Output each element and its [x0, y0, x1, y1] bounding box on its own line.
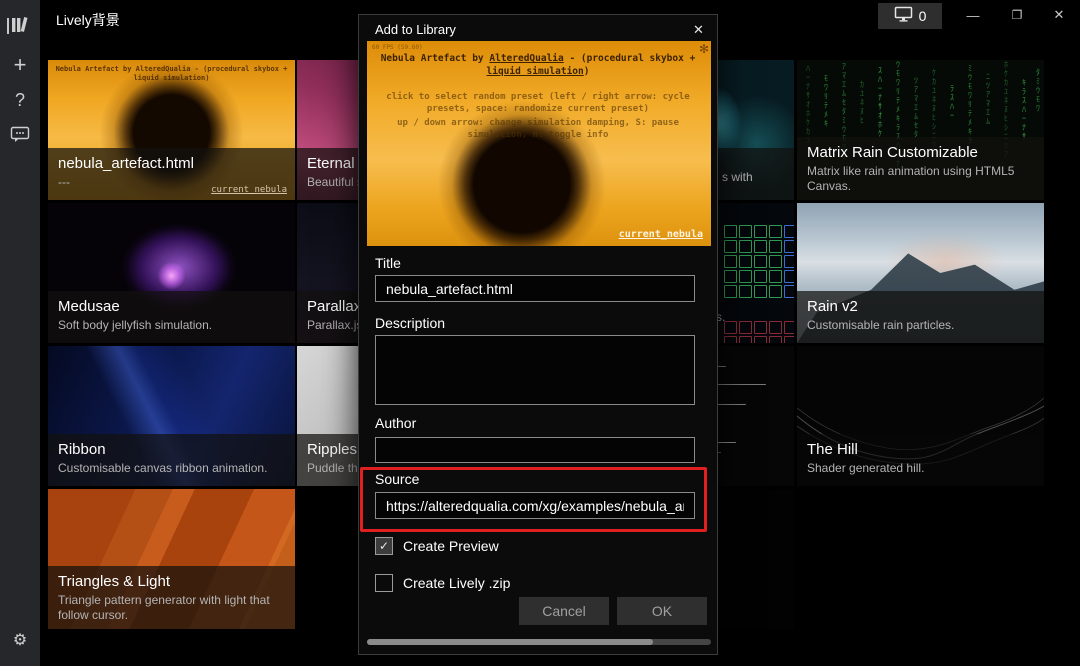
- tile-corner-label: current_nebula: [211, 185, 287, 195]
- add-wallpaper-icon[interactable]: +: [0, 52, 40, 78]
- tile-desc: Customisable rain particles.: [807, 318, 1034, 333]
- snowflake-icon: ✻: [699, 42, 709, 56]
- create-zip-checkbox[interactable]: [375, 574, 393, 592]
- dialog-horizontal-scrollbar[interactable]: [367, 639, 711, 645]
- tile-desc: Soft body jellyfish simulation.: [58, 318, 285, 333]
- source-field-label: Source: [375, 471, 419, 487]
- scrollbar-thumb[interactable]: [367, 639, 653, 645]
- create-preview-label: Create Preview: [403, 538, 499, 554]
- description-field-label: Description: [375, 315, 445, 331]
- tile-desc: Customisable canvas ribbon animation.: [58, 461, 285, 476]
- settings-gear-icon[interactable]: ⚙: [0, 630, 40, 650]
- tile-rain-v2[interactable]: Rain v2 Customisable rain particles.: [797, 203, 1044, 343]
- heading-mid: - (procedural skybox +: [564, 53, 696, 64]
- create-zip-row[interactable]: Create Lively .zip: [375, 574, 510, 592]
- tile-matrix-rain[interactable]: ﾊ ｰ ﾅ ｻ ｵ ﾎ ｹ ｶ ﾕ ﾓ ﾜ ﾘ ﾃ ﾒ ｷ ｱ ﾏ ｴ ﾑ ｾ …: [797, 60, 1044, 200]
- tile-title: The Hill: [807, 440, 1034, 459]
- author-input[interactable]: [375, 437, 695, 463]
- minimize-icon[interactable]: —: [956, 2, 990, 28]
- maximize-icon[interactable]: ❐: [1000, 2, 1034, 28]
- tile-desc: s with: [722, 170, 784, 185]
- title-field-label: Title: [375, 255, 401, 271]
- fps-counter: 60 FPS (59.60): [372, 44, 423, 51]
- sidebar: + ? ⚙: [0, 0, 40, 666]
- tile-label-overlay: nebula_artefact.html --- current_nebula: [48, 148, 295, 200]
- help-icon[interactable]: ?: [0, 90, 40, 111]
- tile-medusae[interactable]: Medusae Soft body jellyfish simulation.: [48, 203, 295, 343]
- title-input[interactable]: [375, 275, 695, 302]
- description-textarea[interactable]: [375, 335, 695, 405]
- author-field-label: Author: [375, 415, 416, 431]
- preview-heading: Nebula Artefact by AlteredQualia - (proc…: [375, 52, 701, 78]
- source-input[interactable]: [375, 492, 695, 519]
- heading-link-alteredqualia: AlteredQualia: [489, 53, 563, 64]
- feedback-icon[interactable]: [0, 126, 40, 148]
- heading-pre: Nebula Artefact by: [381, 53, 490, 64]
- tile-title: Ribbon: [58, 440, 285, 459]
- app-title: Lively背景: [56, 10, 120, 30]
- tile-nebula-artefact[interactable]: Nebula Artefact by AlteredQualia - (proc…: [48, 60, 295, 200]
- tile-ribbon[interactable]: Ribbon Customisable canvas ribbon animat…: [48, 346, 295, 486]
- preview-help-line2: up / down arrow: change simulation dampi…: [373, 117, 703, 141]
- heading-link-liquid: liquid simulation: [487, 66, 584, 77]
- create-zip-label: Create Lively .zip: [403, 575, 510, 591]
- tile-title: nebula_artefact.html: [58, 154, 285, 173]
- create-preview-row[interactable]: ✓ Create Preview: [375, 537, 499, 555]
- preview-corner-label: current_nebula: [619, 229, 703, 240]
- library-icon[interactable]: [0, 16, 40, 39]
- preview-help-line1: click to select random preset (left / ri…: [373, 91, 703, 115]
- monitor-count: 0: [919, 8, 927, 24]
- display-select-button[interactable]: 0: [878, 3, 942, 29]
- tile-desc: Shader generated hill.: [807, 461, 1034, 476]
- dialog-title: Add to Library: [375, 22, 456, 37]
- thumb-overlay-text: Nebula Artefact by AlteredQualia - (proc…: [52, 65, 291, 83]
- tile-label-overlay: Medusae Soft body jellyfish simulation.: [48, 291, 295, 343]
- tile-title: Rain v2: [807, 297, 1034, 316]
- heading-post: ): [584, 66, 590, 77]
- ok-button[interactable]: OK: [617, 597, 707, 625]
- cancel-button[interactable]: Cancel: [519, 597, 609, 625]
- monitor-icon: [894, 6, 913, 27]
- tile-title: Medusae: [58, 297, 285, 316]
- dialog-close-icon[interactable]: ✕: [689, 20, 708, 40]
- tile-label-overlay: The Hill Shader generated hill.: [797, 434, 1044, 486]
- wallpaper-preview: 60 FPS (59.60) Nebula Artefact by Altere…: [367, 41, 711, 246]
- tile-title: Matrix Rain Customizable: [807, 143, 1034, 162]
- check-icon: ✓: [379, 539, 389, 553]
- close-window-icon[interactable]: ✕: [1042, 2, 1076, 28]
- tile-label-overlay: Rain v2 Customisable rain particles.: [797, 291, 1044, 343]
- tile-label-overlay: Matrix Rain Customizable Matrix like rai…: [797, 137, 1044, 200]
- create-preview-checkbox[interactable]: ✓: [375, 537, 393, 555]
- tile-label-overlay: Ribbon Customisable canvas ribbon animat…: [48, 434, 295, 486]
- tile-desc: Matrix like rain animation using HTML5 C…: [807, 164, 1034, 194]
- add-to-library-dialog: Add to Library ✕ 60 FPS (59.60) Nebula A…: [358, 14, 718, 655]
- tile-the-hill[interactable]: The Hill Shader generated hill.: [797, 346, 1044, 486]
- tile-desc: Triangle pattern generator with light th…: [58, 593, 285, 623]
- tile-title: Triangles & Light: [58, 572, 285, 591]
- tile-label-overlay: Triangles & Light Triangle pattern gener…: [48, 566, 295, 629]
- tile-triangles-light[interactable]: Triangles & Light Triangle pattern gener…: [48, 489, 295, 629]
